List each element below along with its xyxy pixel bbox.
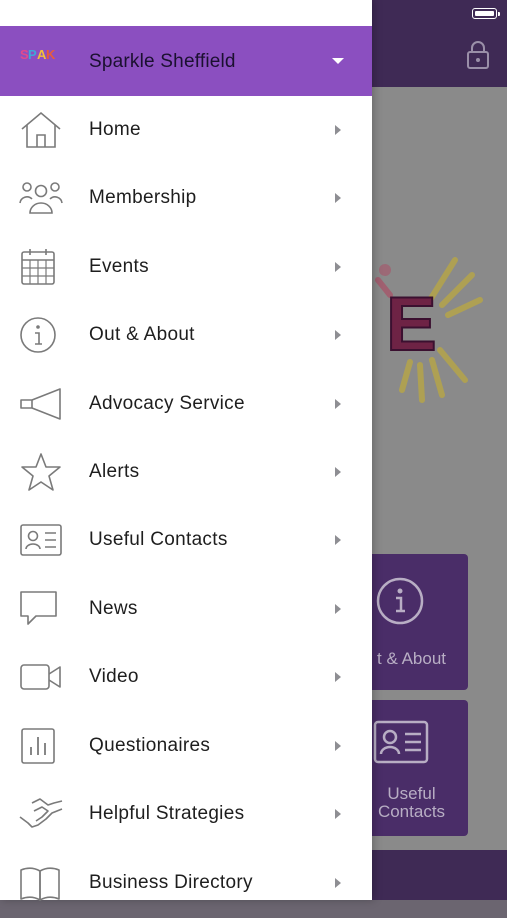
chevron-right-icon — [335, 330, 341, 340]
battery-icon — [472, 8, 500, 19]
chevron-right-icon — [335, 262, 341, 272]
logo-letter: E — [386, 282, 437, 367]
menu-item-useful-contacts[interactable]: Useful Contacts — [0, 507, 372, 575]
bar-chart-icon — [18, 725, 64, 767]
menu-item-label: News — [89, 598, 138, 619]
drawer-title: Sparkle Sheffield — [89, 51, 236, 72]
people-icon — [18, 177, 64, 219]
caret-down-icon[interactable] — [332, 58, 344, 64]
chevron-right-icon — [335, 535, 341, 545]
chevron-right-icon — [335, 467, 341, 477]
svg-text:P: P — [28, 47, 37, 62]
star-icon — [18, 451, 64, 493]
menu-item-label: Advocacy Service — [89, 393, 245, 414]
menu-item-questionaires[interactable]: Questionaires — [0, 713, 372, 781]
menu-item-label: Video — [89, 666, 139, 687]
menu-item-label: Events — [89, 256, 149, 277]
speech-bubble-icon — [18, 588, 64, 630]
menu-item-home[interactable]: Home — [0, 97, 372, 165]
chevron-right-icon — [335, 125, 341, 135]
menu-item-helpful-strategies[interactable]: Helpful Strategies — [0, 781, 372, 849]
contact-card-icon — [373, 720, 429, 764]
chevron-right-icon — [335, 741, 341, 751]
menu-item-label: Alerts — [89, 461, 140, 482]
svg-text:K: K — [46, 47, 56, 62]
menu-item-label: Membership — [89, 187, 197, 208]
info-icon — [375, 576, 425, 626]
chevron-right-icon — [335, 809, 341, 819]
menu-item-out-and-about[interactable]: Out & About — [0, 302, 372, 370]
contact-card-icon — [18, 519, 64, 561]
menu-item-label: Helpful Strategies — [89, 803, 245, 824]
menu-item-label: Questionaires — [89, 735, 211, 756]
sparkle-logo-art: E — [370, 240, 507, 420]
book-icon — [18, 862, 64, 904]
menu-item-label: Home — [89, 119, 141, 140]
home-icon — [18, 109, 64, 151]
menu-item-membership[interactable]: Membership — [0, 165, 372, 233]
info-icon — [18, 314, 64, 356]
video-camera-icon — [18, 656, 64, 698]
menu-item-business-directory[interactable]: Business Directory — [0, 850, 372, 918]
drawer-header[interactable]: S P A K Sparkle Sheffield — [0, 26, 372, 96]
menu-item-alerts[interactable]: Alerts — [0, 439, 372, 507]
navigation-drawer: S P A K Sparkle Sheffield Home Membershi… — [0, 0, 372, 901]
menu-item-label: Business Directory — [89, 872, 253, 893]
chevron-right-icon — [335, 604, 341, 614]
menu-item-news[interactable]: News — [0, 576, 372, 644]
menu-item-label: Out & About — [89, 324, 195, 345]
chevron-right-icon — [335, 399, 341, 409]
chevron-right-icon — [335, 672, 341, 682]
menu-item-label: Useful Contacts — [89, 529, 228, 550]
lock-icon[interactable] — [465, 40, 491, 70]
handshake-icon — [18, 793, 64, 835]
menu-item-advocacy-service[interactable]: Advocacy Service — [0, 371, 372, 439]
calendar-icon — [18, 246, 64, 288]
menu-item-events[interactable]: Events — [0, 234, 372, 302]
megaphone-icon — [18, 383, 64, 425]
sparkle-logo-icon: S P A K — [20, 45, 58, 65]
chevron-right-icon — [335, 878, 341, 888]
chevron-right-icon — [335, 193, 341, 203]
menu-item-video[interactable]: Video — [0, 644, 372, 712]
